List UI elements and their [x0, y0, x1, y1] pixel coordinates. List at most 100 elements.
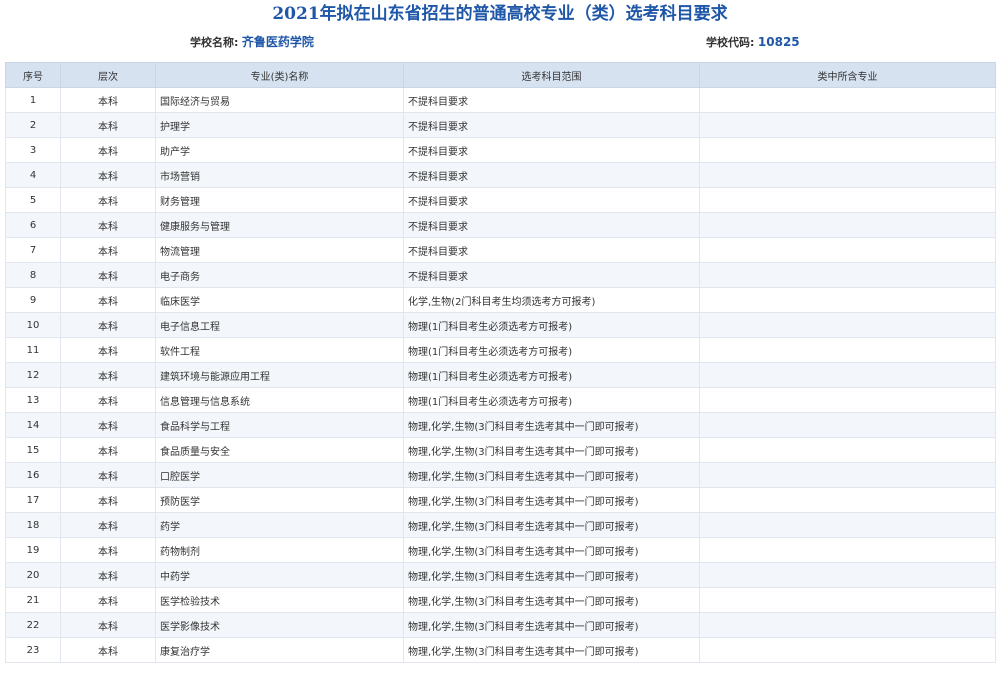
- cell-no: 11: [5, 337, 61, 363]
- cell-sub-majors: [699, 137, 996, 163]
- table-row: 22 本科 医学影像技术 物理,化学,生物(3门科目考生选考其中一门即可报考): [5, 612, 996, 638]
- cell-level: 本科: [60, 537, 156, 563]
- cell-requirement: 物理,化学,生物(3门科目考生选考其中一门即可报考): [403, 437, 700, 463]
- cell-major: 医学影像技术: [155, 612, 404, 638]
- cell-no: 22: [5, 612, 61, 638]
- cell-no: 8: [5, 262, 61, 288]
- cell-requirement: 物理(1门科目考生必须选考方可报考): [403, 312, 700, 338]
- cell-requirement: 物理(1门科目考生必须选考方可报考): [403, 362, 700, 388]
- requirements-table: 序号 层次 专业(类)名称 选考科目范围 类中所含专业 1 本科 国际经济与贸易 不提…: [5, 62, 996, 663]
- table-row: 15 本科 食品质量与安全 物理,化学,生物(3门科目考生选考其中一门即可报考): [5, 437, 996, 463]
- cell-major: 电子信息工程: [155, 312, 404, 338]
- cell-sub-majors: [699, 87, 996, 113]
- cell-major: 医学检验技术: [155, 587, 404, 613]
- cell-level: 本科: [60, 462, 156, 488]
- cell-no: 23: [5, 637, 61, 663]
- cell-level: 本科: [60, 237, 156, 263]
- cell-level: 本科: [60, 312, 156, 338]
- page-title: 2021年拟在山东省招生的普通高校专业（类）选考科目要求: [272, 4, 728, 24]
- school-info: 学校名称: 齐鲁医药学院: [190, 32, 314, 52]
- cell-requirement: 不提科目要求: [403, 262, 700, 288]
- cell-sub-majors: [699, 162, 996, 188]
- cell-major: 建筑环境与能源应用工程: [155, 362, 404, 388]
- table-row: 2 本科 护理学 不提科目要求: [5, 112, 996, 138]
- cell-no: 14: [5, 412, 61, 438]
- school-code-label: 学校代码:: [706, 36, 755, 49]
- table-row: 21 本科 医学检验技术 物理,化学,生物(3门科目考生选考其中一门即可报考): [5, 587, 996, 613]
- cell-no: 15: [5, 437, 61, 463]
- table-body: 1 本科 国际经济与贸易 不提科目要求 2 本科 护理学 不提科目要求 3 本科 助产学 不提科目要求…: [5, 87, 996, 663]
- cell-no: 12: [5, 362, 61, 388]
- cell-no: 13: [5, 387, 61, 413]
- cell-sub-majors: [699, 187, 996, 213]
- cell-level: 本科: [60, 187, 156, 213]
- cell-major: 助产学: [155, 137, 404, 163]
- cell-sub-majors: [699, 487, 996, 513]
- cell-requirement: 不提科目要求: [403, 212, 700, 238]
- cell-sub-majors: [699, 112, 996, 138]
- cell-sub-majors: [699, 537, 996, 563]
- cell-level: 本科: [60, 337, 156, 363]
- table-row: 7 本科 物流管理 不提科目要求: [5, 237, 996, 263]
- cell-major: 预防医学: [155, 487, 404, 513]
- table-row: 20 本科 中药学 物理,化学,生物(3门科目考生选考其中一门即可报考): [5, 562, 996, 588]
- cell-requirement: 物理,化学,生物(3门科目考生选考其中一门即可报考): [403, 612, 700, 638]
- cell-level: 本科: [60, 587, 156, 613]
- cell-level: 本科: [60, 612, 156, 638]
- cell-no: 19: [5, 537, 61, 563]
- school-name-label: 学校名称:: [190, 36, 239, 49]
- cell-major: 电子商务: [155, 262, 404, 288]
- table-row: 13 本科 信息管理与信息系统 物理(1门科目考生必须选考方可报考): [5, 387, 996, 413]
- cell-level: 本科: [60, 262, 156, 288]
- cell-no: 18: [5, 512, 61, 538]
- cell-sub-majors: [699, 237, 996, 263]
- table-row: 1 本科 国际经济与贸易 不提科目要求: [5, 87, 996, 113]
- cell-no: 10: [5, 312, 61, 338]
- cell-requirement: 不提科目要求: [403, 112, 700, 138]
- cell-sub-majors: [699, 362, 996, 388]
- cell-requirement: 物理,化学,生物(3门科目考生选考其中一门即可报考): [403, 412, 700, 438]
- cell-sub-majors: [699, 412, 996, 438]
- table-row: 23 本科 康复治疗学 物理,化学,生物(3门科目考生选考其中一门即可报考): [5, 637, 996, 663]
- cell-requirement: 化学,生物(2门科目考生均须选考方可报考): [403, 287, 700, 313]
- column-header-no: 序号: [5, 62, 61, 88]
- table-row: 11 本科 软件工程 物理(1门科目考生必须选考方可报考): [5, 337, 996, 363]
- cell-requirement: 物理,化学,生物(3门科目考生选考其中一门即可报考): [403, 587, 700, 613]
- cell-major: 康复治疗学: [155, 637, 404, 663]
- table-row: 19 本科 药物制剂 物理,化学,生物(3门科目考生选考其中一门即可报考): [5, 537, 996, 563]
- cell-level: 本科: [60, 212, 156, 238]
- cell-sub-majors: [699, 587, 996, 613]
- table-row: 16 本科 口腔医学 物理,化学,生物(3门科目考生选考其中一门即可报考): [5, 462, 996, 488]
- cell-requirement: 物理(1门科目考生必须选考方可报考): [403, 337, 700, 363]
- cell-major: 药物制剂: [155, 537, 404, 563]
- cell-level: 本科: [60, 437, 156, 463]
- cell-level: 本科: [60, 487, 156, 513]
- school-code-info: 学校代码: 10825: [706, 32, 800, 52]
- cell-no: 3: [5, 137, 61, 163]
- cell-no: 7: [5, 237, 61, 263]
- table-header-row: 序号 层次 专业(类)名称 选考科目范围 类中所含专业: [5, 62, 996, 88]
- cell-sub-majors: [699, 337, 996, 363]
- cell-sub-majors: [699, 637, 996, 663]
- cell-major: 临床医学: [155, 287, 404, 313]
- cell-level: 本科: [60, 637, 156, 663]
- cell-level: 本科: [60, 412, 156, 438]
- table-row: 14 本科 食品科学与工程 物理,化学,生物(3门科目考生选考其中一门即可报考): [5, 412, 996, 438]
- cell-sub-majors: [699, 437, 996, 463]
- cell-level: 本科: [60, 87, 156, 113]
- cell-level: 本科: [60, 512, 156, 538]
- cell-requirement: 不提科目要求: [403, 162, 700, 188]
- cell-no: 17: [5, 487, 61, 513]
- column-header-requirement: 选考科目范围: [403, 62, 700, 88]
- cell-requirement: 物理,化学,生物(3门科目考生选考其中一门即可报考): [403, 562, 700, 588]
- cell-major: 国际经济与贸易: [155, 87, 404, 113]
- cell-sub-majors: [699, 212, 996, 238]
- school-name-value: 齐鲁医药学院: [241, 35, 314, 49]
- cell-no: 4: [5, 162, 61, 188]
- table-row: 18 本科 药学 物理,化学,生物(3门科目考生选考其中一门即可报考): [5, 512, 996, 538]
- table-row: 5 本科 财务管理 不提科目要求: [5, 187, 996, 213]
- cell-requirement: 不提科目要求: [403, 137, 700, 163]
- cell-major: 药学: [155, 512, 404, 538]
- cell-no: 21: [5, 587, 61, 613]
- column-header-level: 层次: [60, 62, 156, 88]
